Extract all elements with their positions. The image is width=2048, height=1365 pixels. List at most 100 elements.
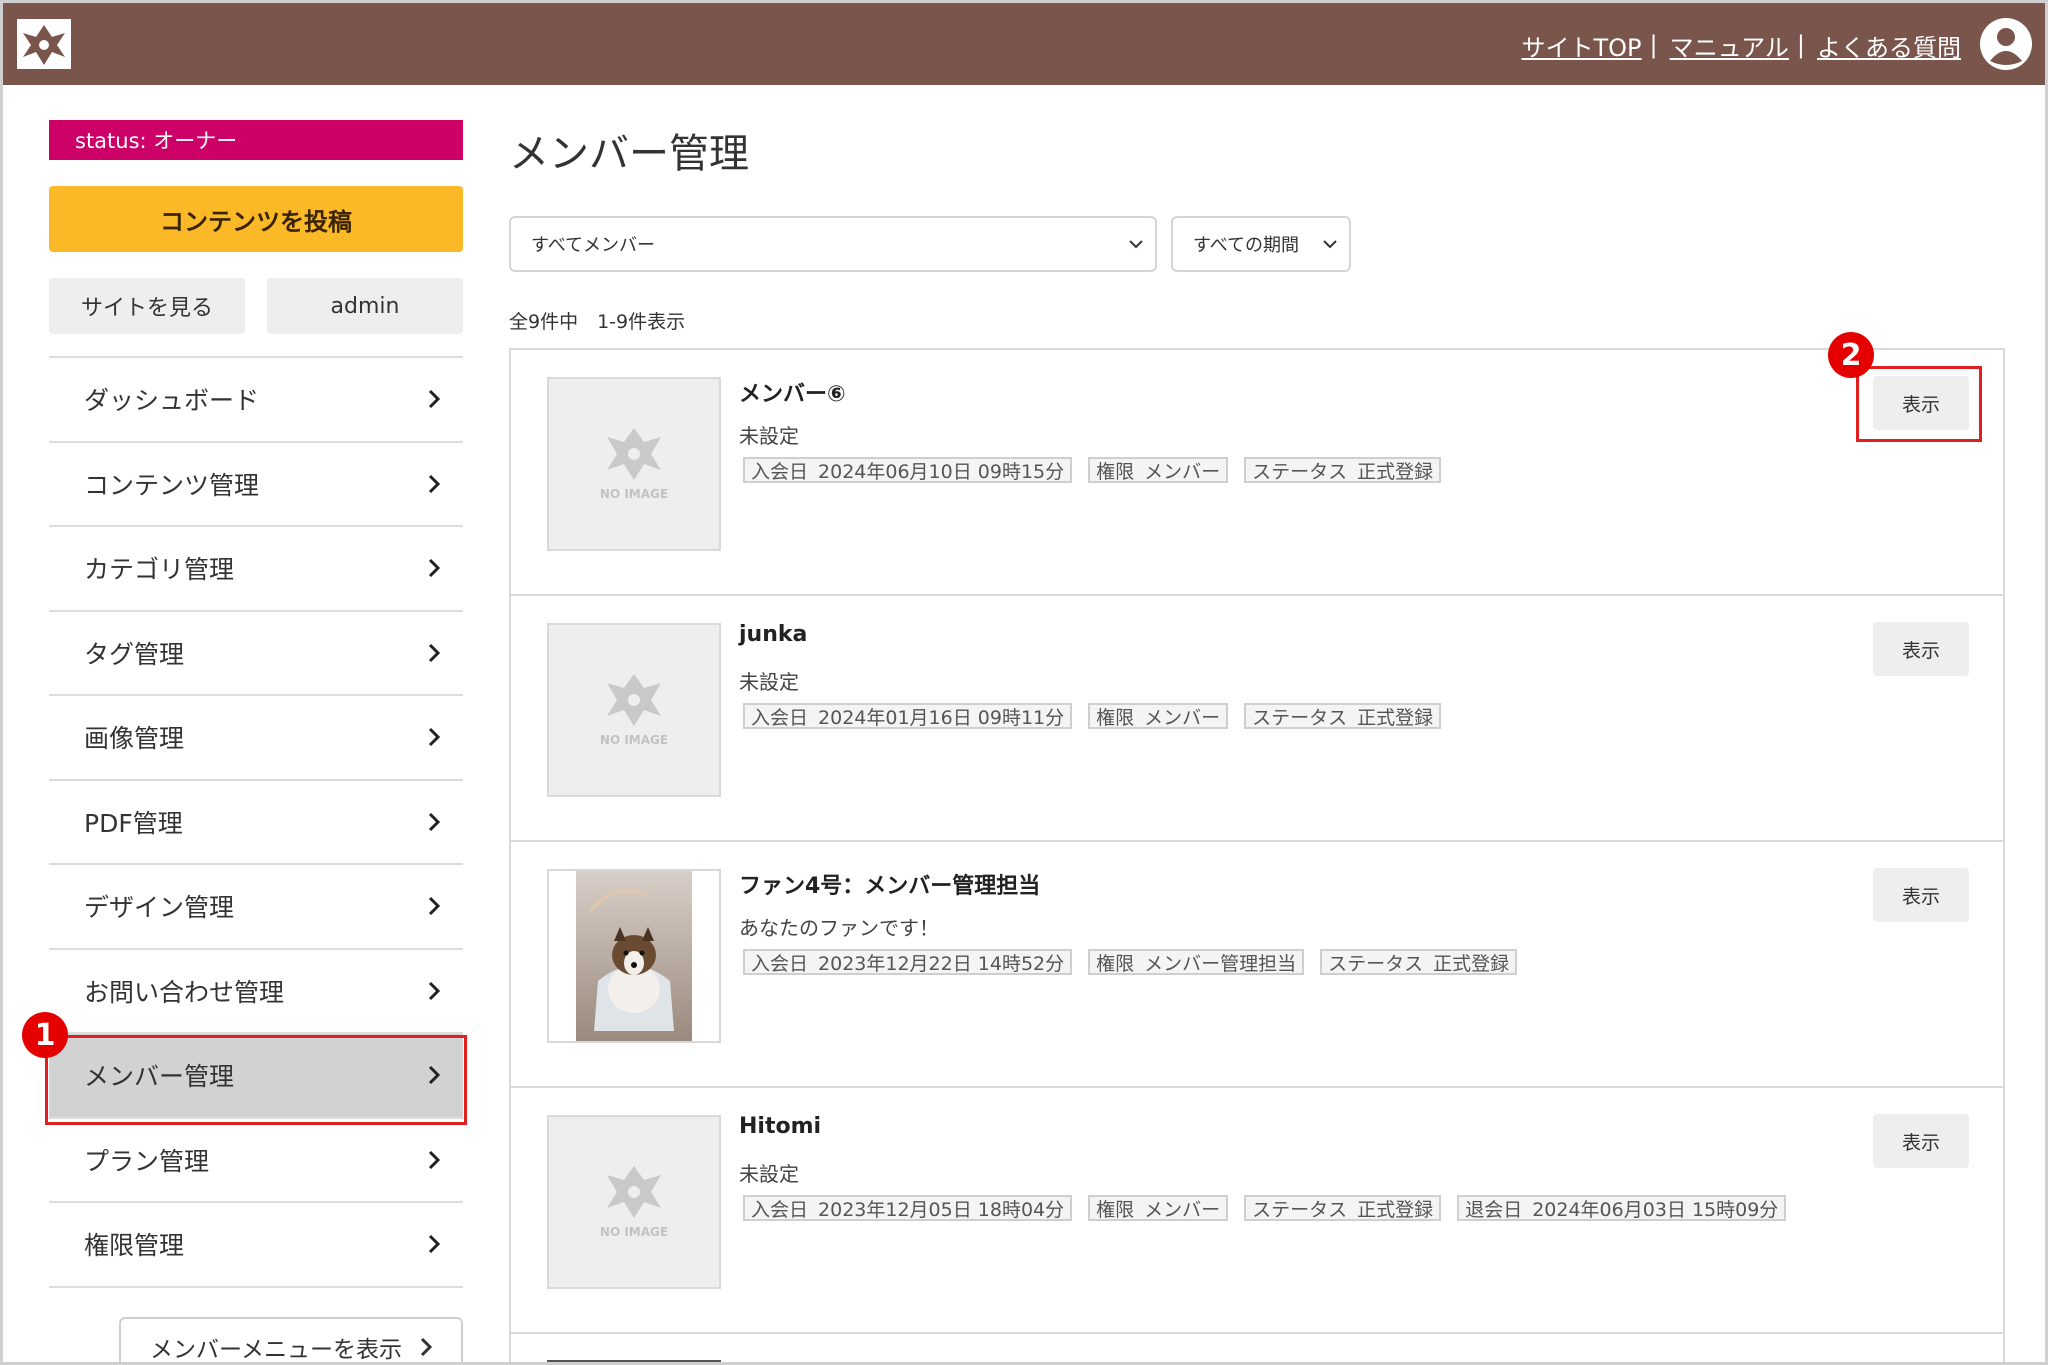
link-separator: | [1796, 31, 1805, 59]
sidebar-item-contact[interactable]: お問い合わせ管理 [49, 950, 463, 1034]
site-top-link[interactable]: サイトTOP [1522, 28, 1642, 63]
sidebar-item-design[interactable]: デザイン管理 [49, 865, 463, 950]
tag-value: 正式登録 [1357, 460, 1434, 483]
sidebar-item-permission[interactable]: 権限管理 [49, 1203, 463, 1288]
view-member-button[interactable]: 表示 [1873, 1114, 1969, 1168]
member-name: メンバー⑥ [739, 382, 846, 407]
admin-button[interactable]: admin [267, 278, 463, 334]
period-filter-value: すべての期間 [1193, 235, 1300, 256]
annotation-badge-2: 2 [1828, 332, 1874, 378]
sidebar-item-dashboard[interactable]: ダッシュボード [49, 358, 463, 443]
sidebar-item-label: ダッシュボード [84, 386, 260, 416]
link-separator: | [1649, 31, 1658, 59]
user-avatar-icon[interactable] [1979, 17, 2033, 71]
member-description: あなたのファンです！ [739, 916, 939, 940]
dog-photo [576, 871, 692, 1041]
top-links: サイトTOP | マニュアル | よくある質問 [1522, 25, 1962, 65]
sidebar-item-category[interactable]: カテゴリ管理 [49, 527, 463, 612]
sidebar-item-pdf[interactable]: PDF管理 [49, 781, 463, 865]
chevron-right-icon [428, 390, 441, 409]
tag-key: ステータス [1252, 1198, 1348, 1221]
tag-value: メンバー [1144, 1198, 1221, 1221]
sidebar-item-label: 権限管理 [84, 1231, 185, 1261]
tag-key: 権限 [1096, 460, 1135, 483]
sidebar-item-tag[interactable]: タグ管理 [49, 612, 463, 696]
info-tag: 権限 メンバー [1088, 1195, 1229, 1221]
next-row-thumbnail-edge [547, 1360, 721, 1362]
sidebar-item-label: カテゴリ管理 [84, 555, 235, 585]
page-title: メンバー管理 [509, 131, 749, 177]
tag-value: 正式登録 [1357, 706, 1434, 729]
info-tag: ステータス 正式登録 [1244, 703, 1442, 729]
chevron-right-icon [428, 643, 441, 662]
view-member-button[interactable]: 表示 [1873, 376, 1969, 430]
faq-link[interactable]: よくある質問 [1817, 28, 1961, 63]
sidebar-item-label: メンバー管理 [84, 1062, 235, 1092]
list-item: ファン4号：メンバー管理担当 あなたのファンです！ 入会日 2023年12月22日 1… [511, 842, 2003, 1088]
member-filter-value: すべてメンバー [531, 235, 656, 256]
sidebar-item-label: タグ管理 [84, 639, 185, 669]
tag-value: 正式登録 [1433, 952, 1510, 975]
no-image-icon: NO IMAGE [600, 1166, 668, 1239]
info-tag: 入会日 2024年01月16日 09時11分 [743, 703, 1073, 729]
chevron-right-icon [428, 812, 441, 831]
member-thumbnail [547, 869, 721, 1043]
info-tag: 退会日 2024年06月03日 15時09分 [1457, 1195, 1787, 1221]
list-item: NO IMAGE junka 未設定 入会日 2024年01月16日 09時11分 権限メ… [511, 596, 2003, 842]
sidebar-item-label: プラン管理 [84, 1146, 210, 1176]
tag-key: ステータス [1252, 460, 1348, 483]
result-count: 全9件中 1-9件表示 [509, 311, 686, 333]
sidebar-item-plan[interactable]: プラン管理 [49, 1119, 463, 1203]
no-image-text: NO IMAGE [600, 487, 668, 501]
list-item: NO IMAGE メンバー⑥ 未設定入会日 2024年06月10日 09時15分 権限メ… [511, 350, 2003, 596]
sidebar-item-label: コンテンツ管理 [84, 470, 260, 500]
member-menu-label: メンバーメニューを表示 [149, 1337, 403, 1363]
chevron-right-icon [428, 474, 441, 493]
member-description: 未設定 [739, 424, 799, 448]
chevron-right-icon [428, 897, 441, 916]
sidebar-item-image[interactable]: 画像管理 [49, 696, 463, 781]
member-menu-button[interactable]: メンバーメニューを表示 [119, 1317, 463, 1363]
tag-key: 入会日 [751, 1198, 809, 1221]
member-name: ファン4号：メンバー管理担当 [739, 874, 1041, 899]
view-member-button[interactable]: 表示 [1873, 622, 1969, 676]
tag-value: 2024年06月10日 09時15分 [818, 460, 1065, 483]
info-tag: 入会日 2024年06月10日 09時15分 [743, 457, 1073, 483]
tag-value: 正式登録 [1357, 1198, 1434, 1221]
member-description: 未設定 [739, 1162, 799, 1186]
sidebar-sub-buttons: サイトを見る admin [49, 278, 463, 334]
tag-key: 権限 [1096, 1198, 1135, 1221]
no-image-icon: NO IMAGE [600, 674, 668, 747]
tag-key: ステータス [1252, 706, 1348, 729]
top-bar: サイトTOP | マニュアル | よくある質問 [3, 3, 2045, 85]
tag-value: 2024年01月16日 09時11分 [818, 706, 1065, 729]
tag-key: 入会日 [751, 460, 809, 483]
period-filter-select[interactable]: すべての期間 [1171, 216, 1351, 272]
member-filter-select[interactable]: すべてメンバー [509, 216, 1157, 272]
app-window: サイトTOP | マニュアル | よくある質問 status: オーナー コンテ… [0, 0, 2048, 1365]
manual-link[interactable]: マニュアル [1670, 28, 1789, 63]
tag-value: メンバー管理担当 [1144, 952, 1297, 975]
chevron-right-icon [428, 1150, 441, 1169]
chevron-right-icon [420, 1337, 433, 1357]
sidebar-item-member[interactable]: メンバー管理 [49, 1034, 463, 1119]
info-tag: 権限 メンバー [1088, 457, 1229, 483]
member-thumbnail: NO IMAGE [547, 1115, 721, 1289]
view-site-button[interactable]: サイトを見る [49, 278, 245, 334]
sidebar-item-label: デザイン管理 [84, 893, 235, 923]
post-content-button[interactable]: コンテンツを投稿 [49, 186, 463, 252]
member-tags: 入会日 2024年01月16日 09時11分 権限 メンバー ステータス 正式登録 [743, 703, 1442, 729]
sidebar-item-label: PDF管理 [84, 808, 183, 838]
site-logo-icon[interactable] [17, 19, 71, 69]
chevron-right-icon [428, 1066, 441, 1085]
view-member-button[interactable]: 表示 [1873, 868, 1969, 922]
chevron-right-icon [428, 981, 441, 1000]
tag-key: 退会日 [1465, 1198, 1523, 1221]
info-tag: ステータス 正式登録 [1244, 457, 1442, 483]
member-thumbnail: NO IMAGE [547, 377, 721, 551]
sidebar-item-contents[interactable]: コンテンツ管理 [49, 443, 463, 527]
no-image-text: NO IMAGE [600, 733, 668, 747]
tag-value: メンバー [1144, 706, 1221, 729]
member-tags: 入会日 2023年12月05日 18時04分 権限 メンバー ステータス 正式登録 退会日 2… [743, 1195, 1787, 1221]
member-thumbnail: NO IMAGE [547, 623, 721, 797]
